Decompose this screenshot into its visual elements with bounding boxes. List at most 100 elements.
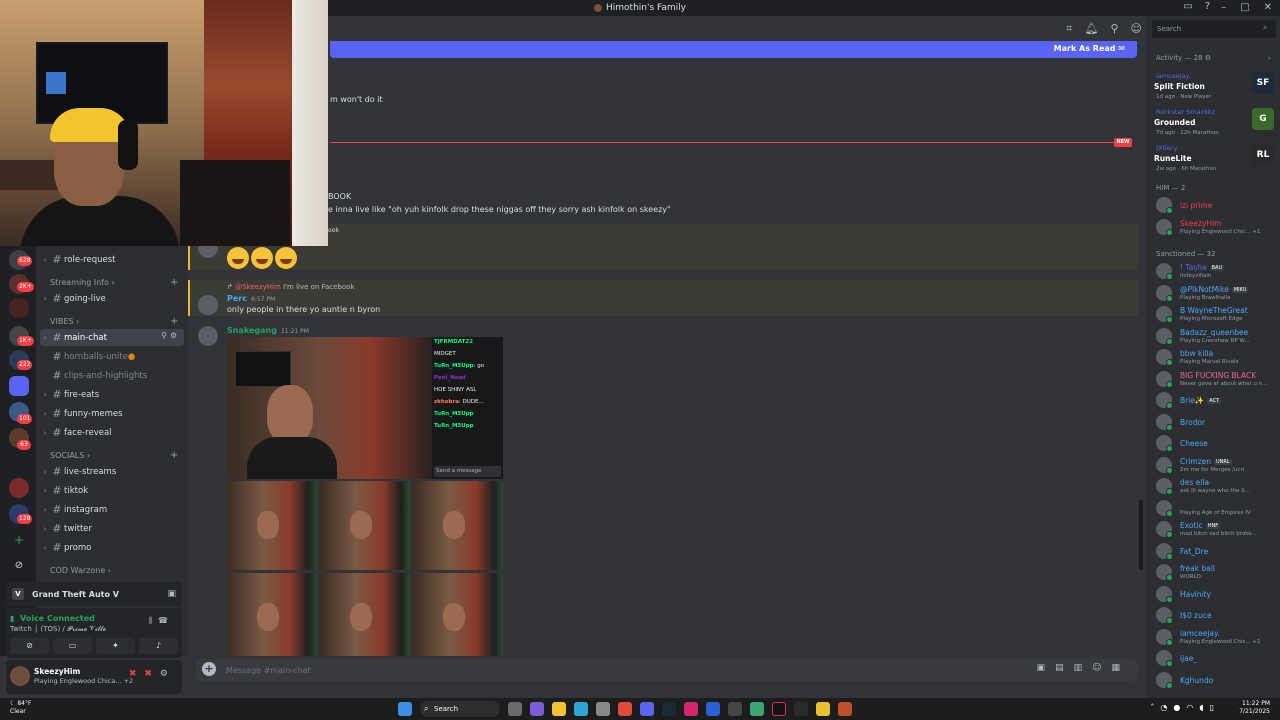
gear-icon[interactable]: ⚙: [1205, 54, 1211, 62]
channel-tiktok[interactable]: › # tiktok: [40, 482, 184, 499]
member-item[interactable]: bbw killa Playing Marvel Rivals: [1156, 348, 1276, 368]
instagram-icon[interactable]: [684, 702, 698, 716]
voice-status[interactable]: Voice Connected: [20, 614, 95, 623]
channel-clips-and-highlights[interactable]: # clips-and-highlights: [40, 367, 184, 384]
category-vibes[interactable]: VIBES › +: [50, 316, 178, 327]
member-item[interactable]: ijae_: [1156, 649, 1276, 669]
activity-card[interactable]: iamceejay. Split Fiction 1d ago · New Pl…: [1150, 70, 1276, 104]
member-item[interactable]: Cheese: [1156, 434, 1276, 454]
channel-live-streams[interactable]: › # live-streams: [40, 463, 184, 480]
member-item[interactable]: Fat_Dre: [1156, 542, 1276, 562]
taskbar-clock[interactable]: 11:22 PM 7/21/2025: [1239, 700, 1270, 716]
category-cod-warzone[interactable]: COD Warzone ›: [50, 566, 111, 575]
discover-icon[interactable]: ⊘: [9, 556, 29, 576]
member-item[interactable]: freak ball WORLD: [1156, 563, 1276, 583]
notification-bell-icon[interactable]: 🔔︎: [1085, 22, 1099, 36]
xbox-icon[interactable]: [794, 702, 808, 716]
search-input[interactable]: [1152, 20, 1276, 38]
unread-banner[interactable]: Mark As Read ✉: [330, 41, 1137, 58]
folder-icon[interactable]: [9, 376, 29, 396]
taskbar-search[interactable]: Search: [420, 701, 500, 717]
emoji-icon[interactable]: ☺: [1092, 663, 1111, 673]
member-item[interactable]: BIG FUCKING BLACK Never gave af about wha…: [1156, 370, 1276, 390]
notes-icon[interactable]: [816, 702, 830, 716]
mark-as-read-button[interactable]: Mark As Read ✉: [1054, 44, 1125, 53]
copilot-icon[interactable]: [530, 702, 544, 716]
activities-icon[interactable]: ✦: [96, 638, 135, 654]
avatar[interactable]: [10, 666, 30, 686]
pin-icon[interactable]: ⚲: [1110, 22, 1118, 36]
message-input[interactable]: [226, 659, 1006, 681]
game-activity-card[interactable]: V Grand Theft Auto V ▣: [6, 582, 182, 606]
channel-twitter[interactable]: › # twitter: [40, 520, 184, 537]
app-icon[interactable]: [750, 702, 764, 716]
volume-icon[interactable]: ◖: [1199, 703, 1209, 712]
member-item[interactable]: @PlkNotMike MIKU Playing Brawlhalla: [1156, 284, 1276, 304]
server-icon[interactable]: [9, 298, 29, 318]
chat-scrollbar[interactable]: [1139, 500, 1143, 570]
sticker-icon[interactable]: ▥: [1074, 663, 1093, 673]
gallery-image[interactable]: [227, 573, 317, 656]
invite-icon[interactable]: ⚲: [161, 331, 170, 340]
weather-widget[interactable]: ☾ 84°F Clear: [10, 700, 31, 716]
battery-icon[interactable]: ▯: [1210, 703, 1220, 712]
activity-card[interactable]: |X0ery RuneLite 2w ago · 6h Marathon RL: [1150, 142, 1276, 176]
file-explorer-icon[interactable]: [552, 702, 566, 716]
tiktok-icon[interactable]: [772, 702, 786, 716]
add-server-icon[interactable]: +: [9, 530, 29, 550]
edge-icon[interactable]: [574, 702, 588, 716]
avatar[interactable]: [198, 295, 218, 315]
soundboard-icon[interactable]: ♪: [139, 638, 178, 654]
noise-suppression-icon[interactable]: ⫼: [148, 616, 158, 625]
channel-main-chat[interactable]: › # main-chat ⚲⚙: [40, 329, 184, 346]
mic-icon[interactable]: ●: [1173, 703, 1186, 712]
member-item[interactable]: izi prime: [1156, 196, 1276, 216]
server-icon[interactable]: [9, 478, 29, 498]
gallery-image[interactable]: [413, 481, 503, 570]
network-icon[interactable]: ◔: [1160, 703, 1173, 712]
chrome-icon[interactable]: [618, 702, 632, 716]
member-item[interactable]: Playing Age of Empires IV: [1156, 499, 1276, 519]
disconnect-icon[interactable]: ☎: [158, 616, 174, 625]
member-item[interactable]: iamceejay. Playing Englewood Chic... +1: [1156, 628, 1276, 648]
settings-icon[interactable]: ⚙: [170, 331, 180, 340]
gallery-image[interactable]: [227, 481, 317, 570]
member-item[interactable]: Exotic HNF mad bitch sad bitch broke...: [1156, 520, 1276, 540]
maximize-icon[interactable]: □: [1240, 2, 1249, 13]
threads-icon[interactable]: ⌗: [1066, 22, 1072, 36]
channel-instagram[interactable]: › # instagram: [40, 501, 184, 518]
voice-channel[interactable]: Twitch │ (TOS) / 𝓟𝓻𝓲𝓶𝓮 𝓥𝓲𝓵𝓵𝓮: [10, 625, 106, 634]
category-streaming-info[interactable]: Streaming Info › +: [50, 277, 178, 288]
help-icon[interactable]: ?: [1205, 1, 1210, 12]
apps-icon[interactable]: ▦: [1111, 663, 1130, 673]
inbox-icon[interactable]: ▭: [1183, 1, 1192, 12]
gift-icon[interactable]: ▣: [1037, 663, 1056, 673]
add-channel-icon[interactable]: +: [170, 316, 178, 327]
member-list-icon[interactable]: ☺: [1131, 22, 1142, 36]
message-author[interactable]: Perc 6:57 PM: [227, 294, 275, 303]
mute-icon[interactable]: ✖: [129, 669, 145, 679]
discord-icon[interactable]: [640, 702, 654, 716]
wifi-icon[interactable]: ◠: [1186, 703, 1199, 712]
gif-icon[interactable]: ▤: [1055, 663, 1074, 673]
channel-role-request[interactable]: › # role-request: [40, 251, 184, 268]
member-item[interactable]: SkeezyHim Playing Englewood Chic... +1: [1156, 218, 1276, 238]
gallery-image[interactable]: [320, 573, 410, 656]
steam-icon[interactable]: [662, 702, 676, 716]
member-item[interactable]: Badazz_queenbee Playing Crenshaw RP W...: [1156, 327, 1276, 347]
add-channel-icon[interactable]: +: [170, 277, 178, 288]
minimize-icon[interactable]: –: [1221, 2, 1226, 13]
username[interactable]: SkeezyHim: [34, 667, 80, 676]
member-item[interactable]: Kghundo: [1156, 671, 1276, 691]
channel-hornballs-unite[interactable]: # hornballs-unite ●: [40, 348, 184, 365]
chevron-up-icon[interactable]: ˄: [1150, 703, 1160, 712]
channel-funny-memes[interactable]: › # funny-memes: [40, 405, 184, 422]
task-view-icon[interactable]: [508, 702, 522, 716]
channel-promo[interactable]: › # promo: [40, 539, 184, 556]
member-item[interactable]: Brodor: [1156, 413, 1276, 433]
screen-share-icon[interactable]: ▭: [53, 638, 92, 654]
chatgpt-icon[interactable]: [728, 702, 742, 716]
member-item[interactable]: Havinity: [1156, 585, 1276, 605]
gallery-image[interactable]: [413, 573, 503, 656]
gear-icon[interactable]: ⚙: [160, 669, 176, 679]
